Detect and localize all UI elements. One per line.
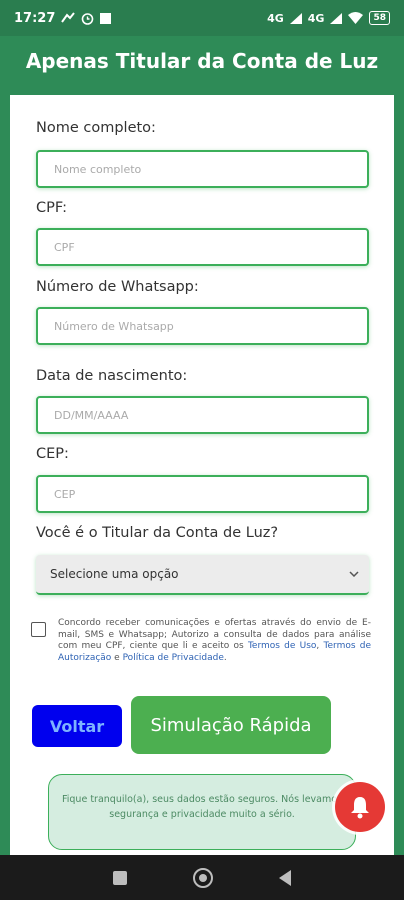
back-nav-icon[interactable]: [279, 869, 291, 886]
birth-date-label: Data de nascimento:: [36, 368, 188, 384]
back-button[interactable]: Voltar: [32, 705, 122, 747]
battery-indicator: 58: [369, 11, 390, 25]
system-navigation-bar: [0, 855, 404, 900]
cep-label: CEP:: [36, 446, 69, 462]
notification-bell-button[interactable]: [335, 782, 385, 832]
recent-apps-icon[interactable]: [113, 870, 127, 885]
notification-square-icon: [100, 12, 112, 24]
terms-of-use-link[interactable]: Termos de Uso: [248, 641, 316, 651]
chevron-down-icon: [349, 571, 359, 577]
birth-date-input[interactable]: DD/MM/AAAA: [36, 396, 369, 434]
cpf-label: CPF:: [36, 200, 67, 216]
network-1-indicator: 4G: [267, 11, 284, 25]
status-time: 17:27: [14, 10, 56, 26]
privacy-policy-link[interactable]: Política de Privacidade: [123, 653, 224, 663]
right-band: [394, 86, 404, 856]
titular-question-label: Você é o Titular da Conta de Luz?: [36, 525, 279, 541]
cep-input[interactable]: CEP: [36, 475, 369, 513]
wifi-icon: [348, 12, 364, 24]
signal-1-icon: [289, 12, 302, 24]
whatsapp-input[interactable]: Número de Whatsapp: [36, 307, 369, 345]
consent-text: Concordo receber comunicações e ofertas …: [58, 618, 371, 664]
home-icon[interactable]: [193, 867, 213, 888]
titular-select-value: Selecione uma opção: [50, 567, 179, 581]
call-forward-icon: [61, 12, 76, 23]
consent-separator-1: ,: [316, 641, 324, 651]
titular-select[interactable]: Selecione uma opção: [36, 555, 369, 595]
alarm-icon: [82, 12, 94, 25]
bell-icon: [351, 797, 369, 819]
name-label: Nome completo:: [36, 120, 156, 136]
status-bar: 17:27 4G 4G 58: [0, 0, 404, 36]
consent-text-end: .: [223, 652, 227, 663]
consent-separator-2: e: [111, 652, 123, 663]
consent-checkbox[interactable]: [31, 622, 46, 637]
signal-2-icon: [330, 12, 343, 24]
whatsapp-label: Número de Whatsapp:: [36, 279, 199, 295]
status-bar-right: 4G 4G 58: [267, 11, 390, 25]
quick-simulation-button[interactable]: Simulação Rápida: [131, 696, 331, 754]
data-safety-notice: Fique tranquilo(a), seus dados estão seg…: [48, 774, 356, 850]
status-bar-left: 17:27: [14, 10, 112, 26]
name-input[interactable]: Nome completo: [36, 150, 369, 188]
cpf-input[interactable]: CPF: [36, 228, 369, 266]
network-2-indicator: 4G: [307, 11, 325, 25]
left-band: [0, 86, 10, 856]
page-title: Apenas Titular da Conta de Luz: [0, 36, 404, 86]
